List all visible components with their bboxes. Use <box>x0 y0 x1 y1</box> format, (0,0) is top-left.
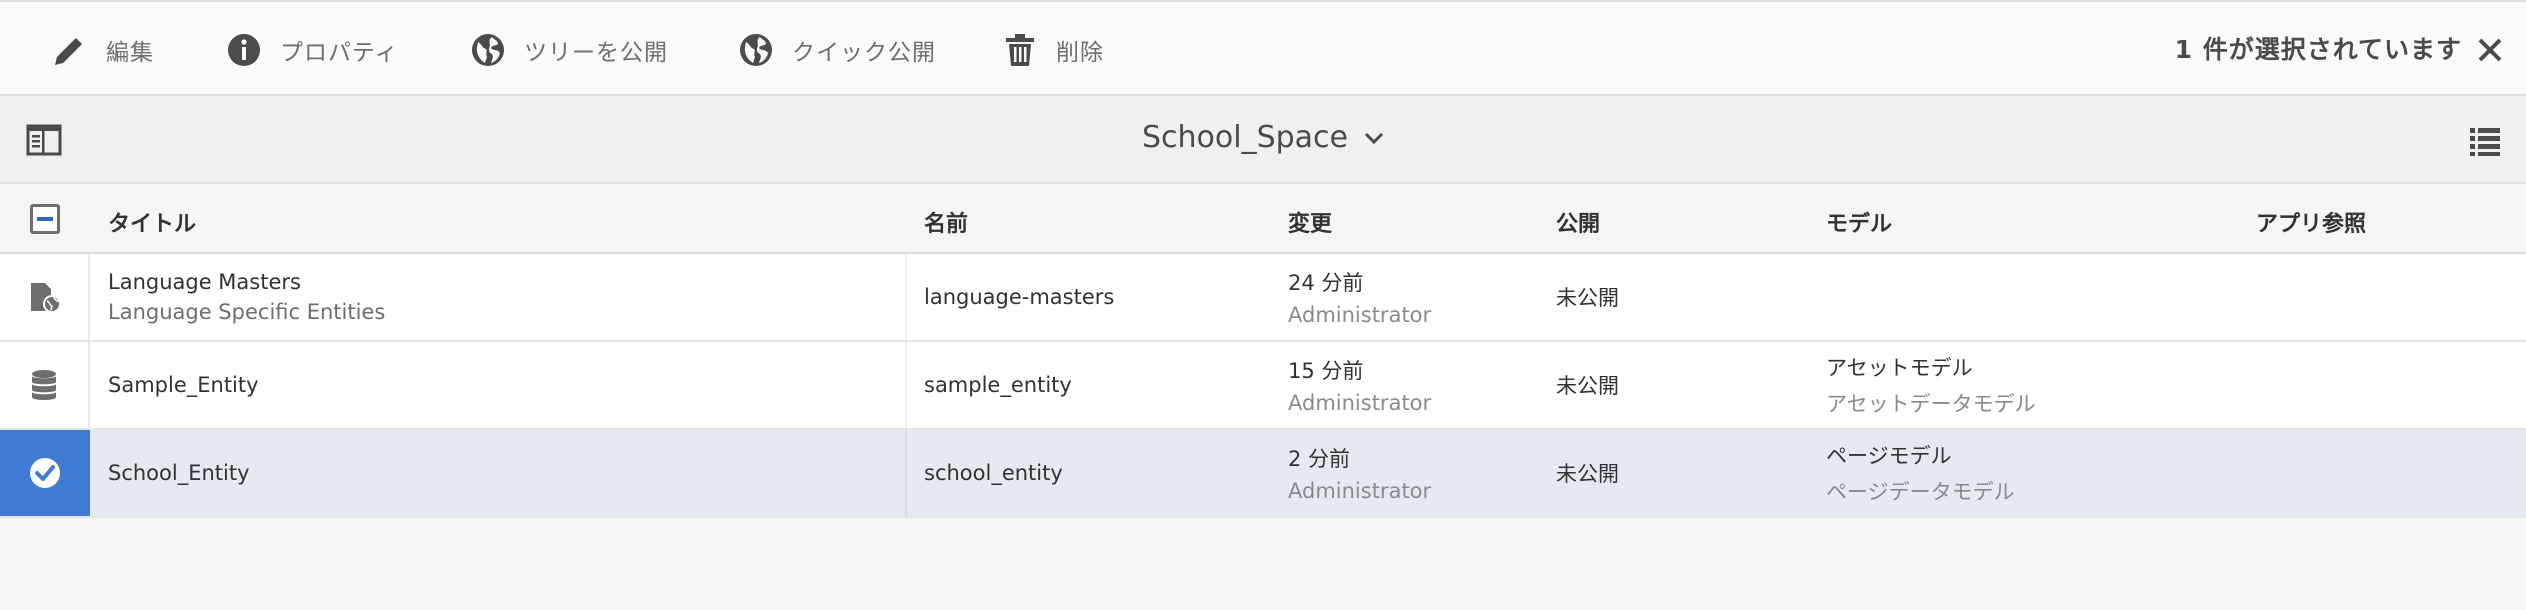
info-icon <box>228 34 260 66</box>
globe-icon <box>740 34 772 66</box>
model-cell: アセットモデル アセットデータモデル <box>1826 342 2036 428</box>
column-header-name[interactable]: 名前 <box>924 206 968 238</box>
published-cell: 未公開 <box>1556 430 1619 516</box>
view-switcher-button[interactable] <box>2468 124 2502 158</box>
publish-tree-button[interactable]: ツリーを公開 <box>470 32 668 68</box>
model-cell: ページモデル ページデータモデル <box>1826 430 2015 516</box>
folder-globe-icon <box>31 283 61 313</box>
row-modified-by: Administrator <box>1288 303 1432 327</box>
modified-cell: 24 分前 Administrator <box>1288 254 1431 340</box>
row-title: Language Masters <box>108 270 301 294</box>
row-modified: 24 分前 <box>1288 271 1364 295</box>
column-divider <box>905 254 907 340</box>
edit-label: 編集 <box>106 40 154 66</box>
table-header: タイトル 名前 変更 公開 モデル アプリ参照 <box>0 184 2526 254</box>
column-header-title[interactable]: タイトル <box>108 206 196 238</box>
row-subtitle: Language Specific Entities <box>108 300 386 324</box>
properties-button[interactable]: プロパティ <box>226 32 399 68</box>
row-model: アセットモデル <box>1826 356 1973 380</box>
delete-button[interactable]: 削除 <box>1002 32 1104 68</box>
row-modified: 2 分前 <box>1288 447 1351 471</box>
row-thumbnail[interactable] <box>0 342 90 428</box>
checkmark-circle-icon <box>30 458 60 488</box>
table-row[interactable]: Sample_Entity sample_entity 15 分前 Admini… <box>0 342 2526 430</box>
row-published: 未公開 <box>1556 462 1619 486</box>
list-view-icon <box>2470 128 2500 156</box>
column-header-model[interactable]: モデル <box>1826 206 1892 238</box>
pencil-icon <box>55 38 82 65</box>
properties-label: プロパティ <box>280 40 399 66</box>
published-cell: 未公開 <box>1556 254 1619 340</box>
name-cell: sample_entity <box>924 342 1072 428</box>
title-cell: Language Masters Language Specific Entit… <box>108 254 385 340</box>
title-bar: School_Space <box>0 96 2526 184</box>
delete-label: 削除 <box>1056 40 1104 66</box>
column-header-app-references[interactable]: アプリ参照 <box>2256 206 2366 238</box>
title-cell: School_Entity <box>108 430 250 516</box>
quick-publish-button[interactable]: クイック公開 <box>738 32 936 68</box>
action-bar: 編集 プロパティ ツリーを公開 クイック公開 削除 1 件が選択されています <box>0 0 2526 96</box>
page-title: School_Space <box>1141 120 1348 155</box>
row-published: 未公開 <box>1556 374 1619 398</box>
row-name: school_entity <box>924 461 1063 485</box>
column-header-modified[interactable]: 変更 <box>1288 206 1332 238</box>
row-modified-by: Administrator <box>1288 391 1432 415</box>
trash-icon <box>1006 34 1034 66</box>
row-title: School_Entity <box>108 461 250 485</box>
row-published: 未公開 <box>1556 286 1619 310</box>
quick-publish-label: クイック公開 <box>792 40 936 66</box>
modified-cell: 15 分前 Administrator <box>1288 342 1431 428</box>
selection-count: 1 件が選択されています <box>2174 35 2462 64</box>
indeterminate-mark <box>37 217 53 221</box>
edit-button[interactable]: 編集 <box>52 32 154 68</box>
row-thumbnail[interactable] <box>0 254 90 340</box>
column-header-published[interactable]: 公開 <box>1556 206 1600 238</box>
modified-cell: 2 分前 Administrator <box>1288 430 1431 516</box>
table-row[interactable]: Language Masters Language Specific Entit… <box>0 254 2526 342</box>
chevron-down-icon <box>1364 132 1384 144</box>
published-cell: 未公開 <box>1556 342 1619 428</box>
row-model-sub: アセットデータモデル <box>1826 392 2036 416</box>
row-model: ページモデル <box>1826 444 1952 468</box>
row-name: sample_entity <box>924 373 1072 397</box>
globe-icon <box>472 34 504 66</box>
breadcrumb: School_Space <box>0 120 2526 155</box>
title-cell: Sample_Entity <box>108 342 259 428</box>
row-select-toggle[interactable] <box>0 430 90 516</box>
column-divider <box>905 430 907 516</box>
name-cell: language-masters <box>924 254 1114 340</box>
close-selection-button[interactable] <box>2474 34 2506 66</box>
close-icon <box>2478 38 2502 62</box>
row-modified: 15 分前 <box>1288 359 1364 383</box>
row-name: language-masters <box>924 285 1115 309</box>
table-row[interactable]: School_Entity school_entity 2 分前 Adminis… <box>0 430 2526 518</box>
row-modified-by: Administrator <box>1288 479 1432 503</box>
row-model-sub: ページデータモデル <box>1826 480 2015 504</box>
column-divider <box>905 342 907 428</box>
publish-tree-label: ツリーを公開 <box>524 40 668 66</box>
row-title: Sample_Entity <box>108 373 259 397</box>
folder-switcher-button[interactable]: School_Space <box>1142 120 1384 155</box>
content-table: タイトル 名前 変更 公開 モデル アプリ参照 Language Masters… <box>0 184 2526 518</box>
database-icon <box>32 370 56 400</box>
name-cell: school_entity <box>924 430 1063 516</box>
select-all-checkbox[interactable] <box>30 204 60 234</box>
